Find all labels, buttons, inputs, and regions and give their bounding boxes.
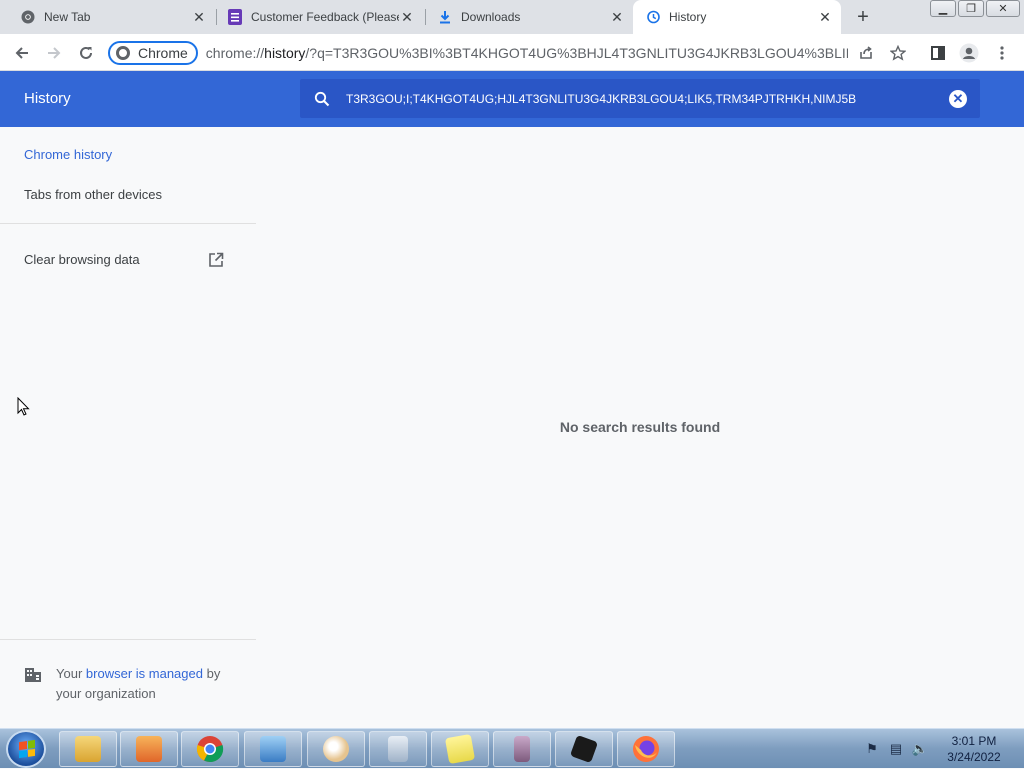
bookmark-star-icon[interactable] <box>888 43 908 63</box>
address-bar[interactable]: Chrome chrome://history/?q=T3R3GOU%3BI%3… <box>108 39 848 67</box>
sidebar-item-clear-browsing-data[interactable]: Clear browsing data <box>24 252 140 267</box>
sidebar-item-chrome-history[interactable]: Chrome history <box>24 147 112 162</box>
history-header: History T3R3GOU;I;T4KHGOT4UG;HJL4T3GNLIT… <box>0 71 1024 127</box>
sidebar-divider <box>0 223 256 224</box>
form-icon <box>227 9 243 25</box>
close-tab-icon[interactable]: ✕ <box>817 9 833 25</box>
close-tab-icon[interactable]: ✕ <box>399 9 415 25</box>
system-clock[interactable]: 3:01 PM 3/24/2022 <box>938 733 1010 765</box>
close-tab-icon[interactable]: ✕ <box>191 9 207 25</box>
tab-title: Downloads <box>461 10 521 24</box>
games-icon <box>569 734 599 764</box>
mouse-cursor-icon <box>17 396 31 417</box>
tab-title: Customer Feedback (Please <box>251 10 399 24</box>
reload-button[interactable] <box>75 42 97 64</box>
search-icon <box>312 89 332 109</box>
taskbar-phone[interactable] <box>493 731 551 767</box>
taskbar-games[interactable] <box>555 731 613 767</box>
windows-taskbar: ⚑ ▤ 🔈 3:01 PM 3/24/2022 <box>0 728 1024 768</box>
clear-search-icon[interactable]: ✕ <box>949 90 967 108</box>
tab-title: History <box>669 10 707 24</box>
close-tab-icon[interactable]: ✕ <box>609 9 625 25</box>
chip-label: Chrome <box>138 45 188 61</box>
paint-icon <box>323 736 349 762</box>
minimize-icon[interactable]: ▁ <box>930 0 956 17</box>
calculator-icon <box>388 736 408 762</box>
side-panel-icon[interactable] <box>928 43 948 63</box>
volume-icon[interactable]: 🔈 <box>912 741 928 757</box>
chrome-icon <box>196 736 224 763</box>
sidebar-item-other-devices[interactable]: Tabs from other devices <box>24 187 162 202</box>
taskbar-media-player[interactable] <box>120 731 178 767</box>
history-icon <box>645 9 661 25</box>
network-icon[interactable]: ▤ <box>888 741 904 757</box>
clock-time: 3:01 PM <box>951 734 997 748</box>
page-title: History <box>24 90 71 107</box>
clock-date: 3/24/2022 <box>947 750 1001 764</box>
taskbar-calculator[interactable] <box>369 731 427 767</box>
tab-title: New Tab <box>44 10 91 24</box>
start-button[interactable] <box>6 730 46 768</box>
no-results-message: No search results found <box>559 419 721 435</box>
share-icon[interactable] <box>856 43 876 63</box>
taskbar-chrome[interactable] <box>181 731 239 767</box>
windows-logo-icon <box>19 739 35 759</box>
phone-icon <box>514 736 530 762</box>
tab-strip: New Tab ✕ Customer Feedback (Please ✕ Do… <box>0 0 1024 34</box>
file-explorer-icon <box>75 736 101 762</box>
menu-kebab-icon[interactable] <box>992 43 1012 63</box>
url-host: history <box>264 45 306 61</box>
profile-avatar-icon[interactable] <box>959 43 979 63</box>
tab-customer-feedback[interactable]: Customer Feedback (Please ✕ <box>207 0 423 34</box>
external-link-icon[interactable] <box>208 252 224 268</box>
search-input[interactable]: T3R3GOU;I;T4KHGOT4UG;HJL4T3GNLITU3G4JKRB… <box>346 92 856 106</box>
managed-link[interactable]: browser is managed <box>86 666 203 681</box>
close-window-icon[interactable]: ✕ <box>986 0 1020 17</box>
control-panel-icon <box>260 736 286 762</box>
new-tab-button[interactable]: + <box>852 6 874 28</box>
taskbar-firefox[interactable] <box>617 731 675 767</box>
system-tray: ⚑ ▤ 🔈 <box>864 729 928 769</box>
back-button[interactable] <box>11 42 33 64</box>
action-center-flag-icon[interactable]: ⚑ <box>864 741 880 757</box>
firefox-icon <box>633 736 659 762</box>
tab-new-tab[interactable]: New Tab ✕ <box>0 0 215 34</box>
url-prefix: chrome:// <box>205 45 265 61</box>
site-chip[interactable]: Chrome <box>108 41 198 65</box>
taskbar-paint[interactable] <box>307 731 365 767</box>
taskbar-control-panel[interactable] <box>244 731 302 767</box>
restore-icon[interactable]: ❐ <box>958 0 984 17</box>
window-controls: ▁ ❐ ✕ <box>930 0 1020 17</box>
download-icon <box>437 9 453 25</box>
tab-history[interactable]: History ✕ <box>633 0 841 34</box>
managed-browser-notice: Your browser is managed by your organiza… <box>56 664 236 704</box>
building-icon <box>24 667 42 683</box>
managed-prefix: Your <box>56 666 83 681</box>
history-sidebar: Chrome history Tabs from other devices C… <box>0 127 256 727</box>
taskbar-sticky-notes[interactable] <box>431 731 489 767</box>
chrome-icon <box>116 46 130 60</box>
tab-downloads[interactable]: Downloads ✕ <box>417 0 633 34</box>
chrome-icon <box>20 9 36 25</box>
forward-button[interactable] <box>43 42 65 64</box>
sidebar-divider <box>0 639 256 640</box>
url-rest: /?q=T3R3GOU%3BI%3BT4KHGOT4UG%3BHJL4T3GNL… <box>305 45 848 61</box>
media-player-icon <box>136 736 162 762</box>
history-search-field[interactable]: T3R3GOU;I;T4KHGOT4UG;HJL4T3GNLITU3G4JKRB… <box>300 79 980 118</box>
url-text[interactable]: chrome://history/?q=T3R3GOU%3BI%3BT4KHGO… <box>206 45 848 61</box>
sticky-notes-icon <box>444 733 476 765</box>
taskbar-file-explorer[interactable] <box>59 731 117 767</box>
browser-toolbar: Chrome chrome://history/?q=T3R3GOU%3BI%3… <box>0 34 1024 71</box>
